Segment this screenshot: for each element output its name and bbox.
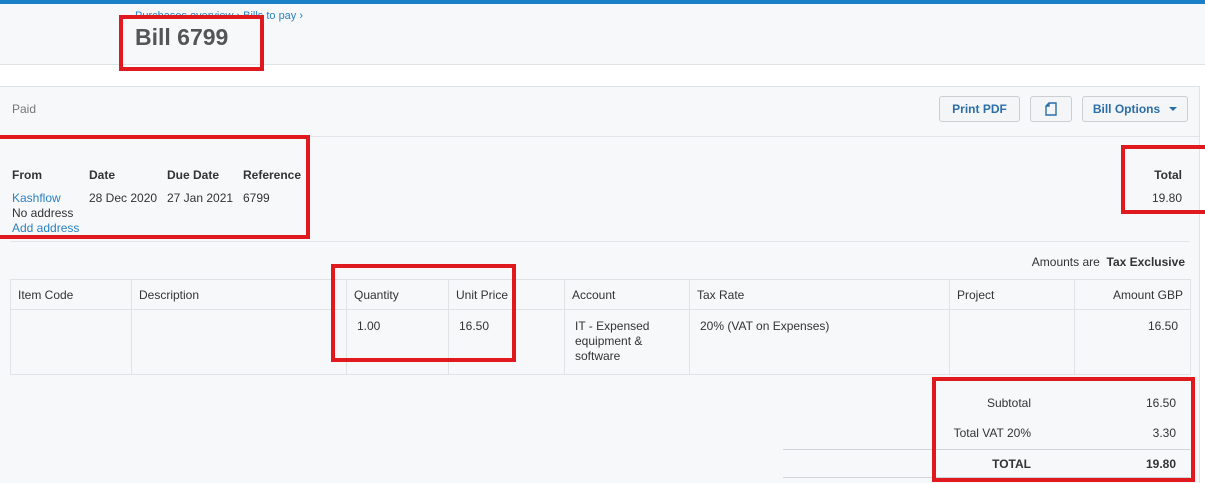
cell-account: IT - Expensed equipment & software bbox=[564, 309, 690, 375]
table-header-row: Item Code Description Quantity Unit Pric… bbox=[10, 279, 1191, 310]
amounts-prefix: Amounts are bbox=[1031, 255, 1100, 269]
cell-item-code bbox=[10, 309, 132, 375]
table-row: 1.00 16.50 IT - Expensed equipment & sof… bbox=[10, 309, 1191, 375]
cell-amount: 16.50 bbox=[1074, 309, 1191, 375]
line-items-table: Item Code Description Quantity Unit Pric… bbox=[10, 279, 1191, 375]
chevron-down-icon bbox=[1169, 107, 1178, 111]
column-header-account: Account bbox=[564, 279, 690, 310]
document-icon bbox=[1045, 102, 1057, 116]
highlight-box-bill-details bbox=[0, 135, 310, 239]
bill-options-button[interactable]: Bill Options bbox=[1082, 96, 1188, 122]
bill-options-label: Bill Options bbox=[1092, 102, 1161, 116]
cell-tax-rate: 20% (VAT on Expenses) bbox=[689, 309, 950, 375]
status-label: Paid bbox=[12, 102, 37, 116]
column-header-amount: Amount GBP bbox=[1074, 279, 1191, 310]
breadcrumb-separator: › bbox=[299, 10, 303, 22]
print-pdf-label: Print PDF bbox=[952, 102, 1007, 116]
highlight-box-quantity-price bbox=[331, 264, 516, 362]
highlight-box-total bbox=[1121, 145, 1205, 214]
column-header-tax-rate: Tax Rate bbox=[689, 279, 950, 310]
column-header-description: Description bbox=[131, 279, 347, 310]
column-header-project: Project bbox=[949, 279, 1075, 310]
copy-button[interactable] bbox=[1030, 96, 1072, 122]
cell-description bbox=[131, 309, 347, 375]
highlight-box-summary bbox=[932, 377, 1195, 482]
column-header-item-code: Item Code bbox=[10, 279, 132, 310]
print-pdf-button[interactable]: Print PDF bbox=[939, 96, 1020, 122]
cell-project bbox=[949, 309, 1075, 375]
divider bbox=[10, 241, 1190, 242]
highlight-box-title bbox=[119, 15, 264, 71]
amounts-mode: Tax Exclusive bbox=[1106, 255, 1186, 269]
amounts-mode-note: Amounts are Tax Exclusive bbox=[1032, 255, 1185, 269]
